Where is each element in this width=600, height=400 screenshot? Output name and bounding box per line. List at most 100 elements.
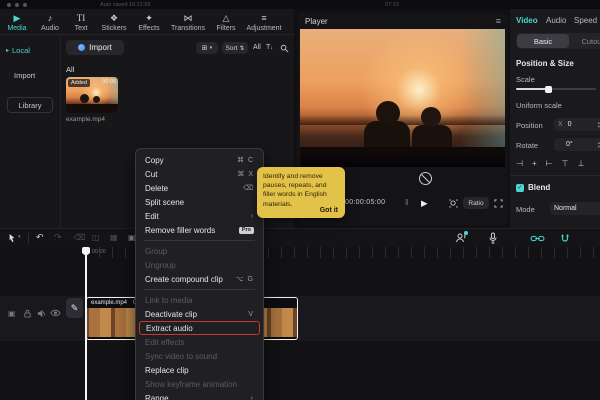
- menu-item-link-to-media: Link to media: [145, 295, 193, 305]
- select-tool-icon[interactable]: [8, 233, 16, 243]
- tab-video[interactable]: Video: [516, 16, 538, 25]
- align-bottom-icon[interactable]: ⊥: [578, 159, 585, 168]
- segment-cutout[interactable]: Cutout: [569, 37, 600, 46]
- playhead-line[interactable]: [85, 247, 87, 400]
- menu-item-edit[interactable]: Edit ›: [136, 209, 263, 223]
- position-x-stepper[interactable]: X 0 ▴ ▾: [554, 118, 600, 131]
- tab-transitions[interactable]: ⋈ Transitions: [166, 14, 210, 33]
- select-tool-chevron-icon[interactable]: ▾: [18, 234, 21, 240]
- menu-item-deactivate-clip[interactable]: Deactivate clip V: [136, 307, 263, 321]
- grid-view-icon: ⊞: [201, 45, 208, 52]
- timeline-area: 00:00 ▣ ✎ example.mp4 00:00:05:00: [0, 247, 600, 400]
- delete-right-icon[interactable]: ▦: [110, 233, 118, 242]
- scale-slider-fill: [516, 88, 548, 90]
- tab-media[interactable]: ▶ Media: [0, 14, 34, 33]
- menu-item-range[interactable]: Range ›: [136, 391, 263, 400]
- tab-audio-inspector[interactable]: Audio: [546, 16, 566, 25]
- tab-text[interactable]: TI Text: [66, 14, 96, 33]
- undo-icon[interactable]: ↶: [36, 232, 44, 243]
- player-menu-icon[interactable]: ≡: [496, 16, 501, 26]
- align-left-icon[interactable]: ⊣: [516, 159, 523, 168]
- fullscreen-icon[interactable]: [494, 199, 503, 208]
- mute-track-icon[interactable]: [37, 309, 46, 318]
- tab-audio[interactable]: ♪ Audio: [34, 14, 66, 33]
- clip-context-menu: Copy ⌘ C Cut ⌘ X Delete ⌫ Split scene Edit ›…: [135, 148, 264, 400]
- tab-stickers[interactable]: ❖ Stickers: [96, 14, 132, 33]
- disable-overlay-icon[interactable]: [419, 172, 432, 185]
- cover-button[interactable]: ✎: [66, 298, 83, 318]
- sort-button[interactable]: Sort ⇅: [222, 42, 248, 54]
- split-icon[interactable]: ⌫: [74, 233, 85, 242]
- alignment-row: ⊣ + ⊢ ⊤ ⊥: [516, 159, 600, 168]
- position-size-header[interactable]: Position & Size: [516, 59, 574, 68]
- menu-item-split-scene[interactable]: Split scene: [136, 195, 263, 209]
- align-center-icon[interactable]: +: [532, 159, 537, 168]
- rotate-label: Rotate: [516, 141, 539, 150]
- shortcut: ⌘ C: [237, 157, 254, 164]
- media-thumbnail[interactable]: Added 00:05: [66, 77, 118, 113]
- tab-speed[interactable]: Speed: [574, 16, 597, 25]
- axis-label: X: [558, 121, 563, 128]
- menu-item-remove-filler-words[interactable]: Remove filler words Pro: [136, 223, 263, 237]
- filter-all-button[interactable]: All: [253, 44, 261, 51]
- scale-slider[interactable]: [516, 85, 596, 93]
- segment-basic[interactable]: Basic: [517, 34, 569, 48]
- menu-item-delete[interactable]: Delete ⌫: [136, 181, 263, 195]
- sidebar-item-library[interactable]: Library: [7, 97, 53, 113]
- video-viewport[interactable]: [300, 29, 505, 167]
- track-type-icon[interactable]: ▣: [8, 309, 16, 318]
- delete-left-icon[interactable]: ◫: [92, 233, 100, 242]
- submenu-arrow-icon: ›: [250, 394, 254, 400]
- redo-icon[interactable]: ↷: [54, 232, 62, 243]
- link-clips-icon[interactable]: [530, 234, 545, 243]
- pro-badge: Pro: [238, 226, 254, 234]
- menu-item-extract-audio[interactable]: Extract audio: [139, 321, 260, 335]
- backspace-icon: ⌫: [243, 185, 254, 192]
- mode-value: Normal: [554, 205, 577, 212]
- chevron-down-icon: ▾: [209, 45, 213, 51]
- ratio-button[interactable]: Ratio: [463, 197, 489, 209]
- sort-icon: ⇅: [239, 45, 245, 52]
- title-bar: Auto saved 16:21:59 07:13: [0, 0, 600, 9]
- align-top-icon[interactable]: ⊤: [562, 159, 569, 168]
- toolbar-separator: [28, 233, 29, 244]
- traffic-light-minimize[interactable]: [15, 3, 19, 7]
- search-icon[interactable]: [280, 44, 289, 53]
- menu-item-copy[interactable]: Copy ⌘ C: [136, 153, 263, 167]
- scale-slider-thumb[interactable]: [545, 85, 552, 93]
- microphone-icon[interactable]: [488, 232, 498, 244]
- blend-checkbox[interactable]: ✓: [516, 183, 524, 192]
- got-it-button[interactable]: Got it: [320, 207, 338, 214]
- segmented-control: Basic Cutout: [516, 33, 600, 49]
- fit-zoom-icon[interactable]: [449, 199, 458, 208]
- hide-track-icon[interactable]: [50, 309, 61, 317]
- rotate-stepper[interactable]: 0° ▴ ▾: [554, 138, 600, 151]
- magnet-snap-icon[interactable]: [560, 233, 570, 244]
- menu-item-create-compound-clip[interactable]: Create compound clip ⌥ G: [136, 272, 263, 286]
- timeline-toolbar: ▾ ↶ ↷ ⌫ ◫ ▦ ▣: [0, 228, 600, 249]
- voiceover-record-dot: [464, 231, 468, 235]
- tab-filters[interactable]: △ Filters: [210, 14, 242, 33]
- play-icon[interactable]: ▶: [421, 198, 428, 209]
- traffic-light-zoom[interactable]: [23, 3, 27, 7]
- menu-item-cut[interactable]: Cut ⌘ X: [136, 167, 263, 181]
- sidebar-item-local[interactable]: ▸ Local: [6, 43, 56, 57]
- text-sort-button[interactable]: T↓: [266, 44, 273, 51]
- import-button[interactable]: Import: [66, 40, 124, 55]
- lock-track-icon[interactable]: [23, 309, 32, 318]
- added-badge: Added: [68, 79, 90, 87]
- menu-item-replace-clip[interactable]: Replace clip: [136, 363, 263, 377]
- menu-item-ungroup: Ungroup: [145, 260, 176, 270]
- mode-dropdown[interactable]: Normal: [550, 202, 600, 215]
- align-right-icon[interactable]: ⊢: [546, 159, 553, 168]
- blend-row: ✓ Blend: [516, 183, 550, 192]
- submenu-arrow-icon: ›: [250, 212, 254, 220]
- voiceover-icon[interactable]: [455, 231, 468, 244]
- tooltip-text: Identify and remove pauses, repeats, and…: [263, 173, 327, 208]
- tab-effects[interactable]: ✦ Effects: [132, 14, 166, 33]
- traffic-light-close[interactable]: [7, 3, 11, 7]
- tab-adjustment[interactable]: ≡ Adjustment: [242, 14, 286, 33]
- view-mode-button[interactable]: ⊞ ▾: [196, 42, 218, 54]
- prev-frame-icon[interactable]: ‖: [405, 198, 408, 207]
- sidebar-item-import[interactable]: Import: [14, 71, 35, 80]
